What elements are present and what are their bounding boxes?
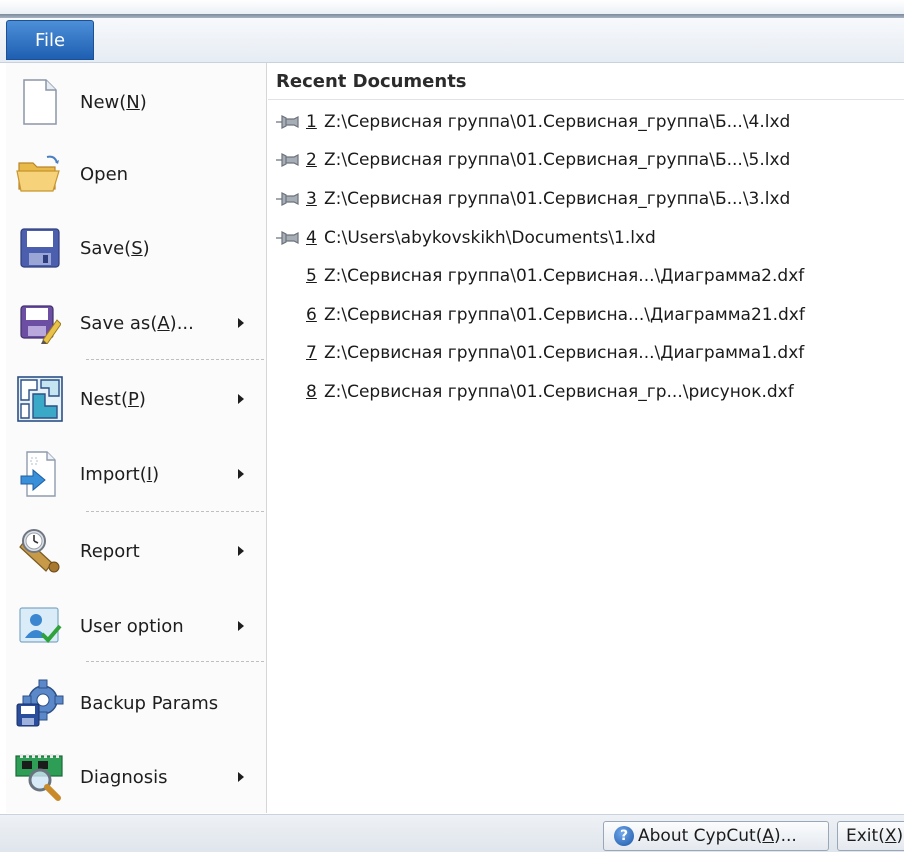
submenu-arrow-icon — [238, 469, 244, 479]
pin-icon[interactable] — [274, 111, 300, 133]
recent-item[interactable]: 6 Z:\Сервисная группа\01.Сервисна...\Диа… — [274, 300, 894, 330]
menu-item-report[interactable]: Report — [6, 518, 266, 584]
recent-item[interactable]: 7 Z:\Сервисная группа\01.Сервисная...\Ди… — [274, 338, 894, 368]
recent-item[interactable]: 4 C:\Users\abykovskikh\Documents\1.lxd — [274, 223, 894, 253]
menu-item-save[interactable]: Save(S) — [6, 215, 266, 281]
menu-item-import[interactable]: Import(I) — [6, 441, 266, 507]
pin-icon[interactable] — [274, 149, 300, 171]
menu-separator — [86, 511, 264, 512]
recent-item[interactable]: 2 Z:\Сервисная группа\01.Сервисная_групп… — [274, 145, 894, 175]
backup-gear-icon — [14, 677, 66, 729]
open-folder-icon — [14, 148, 66, 200]
submenu-arrow-icon — [238, 318, 244, 328]
recent-item[interactable]: 1 Z:\Сервисная группа\01.Сервисная_групп… — [274, 107, 894, 137]
recent-documents-panel: Recent Documents 1 Z:\Сервисная группа\0… — [268, 63, 904, 813]
report-scroll-icon — [14, 525, 66, 577]
user-option-icon — [14, 600, 66, 652]
pin-icon[interactable] — [274, 227, 300, 249]
about-button[interactable]: ? About CypCut(A)... — [603, 821, 829, 851]
title-strip — [0, 0, 904, 20]
save-floppy-icon — [14, 222, 66, 274]
menu-separator — [86, 661, 264, 662]
menu-separator — [86, 359, 264, 360]
menu-item-nest[interactable]: Nest(P) — [6, 366, 266, 432]
backstage-footer: ? About CypCut(A)... Exit(X) — [0, 814, 904, 852]
exit-button[interactable]: Exit(X) — [837, 821, 904, 851]
pin-icon[interactable] — [274, 188, 300, 210]
recent-documents-title: Recent Documents — [276, 71, 467, 92]
menu-item-user-option[interactable]: User option — [6, 593, 266, 659]
submenu-arrow-icon — [238, 772, 244, 782]
diagnosis-icon — [14, 751, 66, 803]
submenu-arrow-icon — [238, 546, 244, 556]
file-tab[interactable]: File — [6, 20, 94, 60]
menu-item-backup-params[interactable]: Backup Params — [6, 670, 266, 736]
submenu-arrow-icon — [238, 621, 244, 631]
menu-item-new[interactable]: New(N) — [6, 69, 266, 135]
file-backstage-window: File New(N) Open Save(S) Save as(A)... N… — [0, 0, 904, 852]
ribbon-tab-bar: File — [0, 18, 904, 63]
import-icon — [14, 448, 66, 500]
recent-item[interactable]: 3 Z:\Сервисная группа\01.Сервисная_групп… — [274, 184, 894, 214]
nest-icon — [14, 373, 66, 425]
recent-item[interactable]: 8 Z:\Сервисная группа\01.Сервисная_гр...… — [274, 377, 894, 407]
file-menu: New(N) Open Save(S) Save as(A)... Nest(P… — [6, 63, 267, 813]
help-icon: ? — [614, 826, 634, 846]
save-as-icon — [14, 297, 66, 349]
submenu-arrow-icon — [238, 394, 244, 404]
recent-title-divider — [268, 99, 904, 100]
menu-item-open[interactable]: Open — [6, 141, 266, 207]
menu-item-save-as[interactable]: Save as(A)... — [6, 290, 266, 356]
menu-item-diagnosis[interactable]: Diagnosis — [6, 744, 266, 810]
recent-item[interactable]: 5 Z:\Сервисная группа\01.Сервисная...\Ди… — [274, 261, 894, 291]
new-document-icon — [14, 76, 66, 128]
